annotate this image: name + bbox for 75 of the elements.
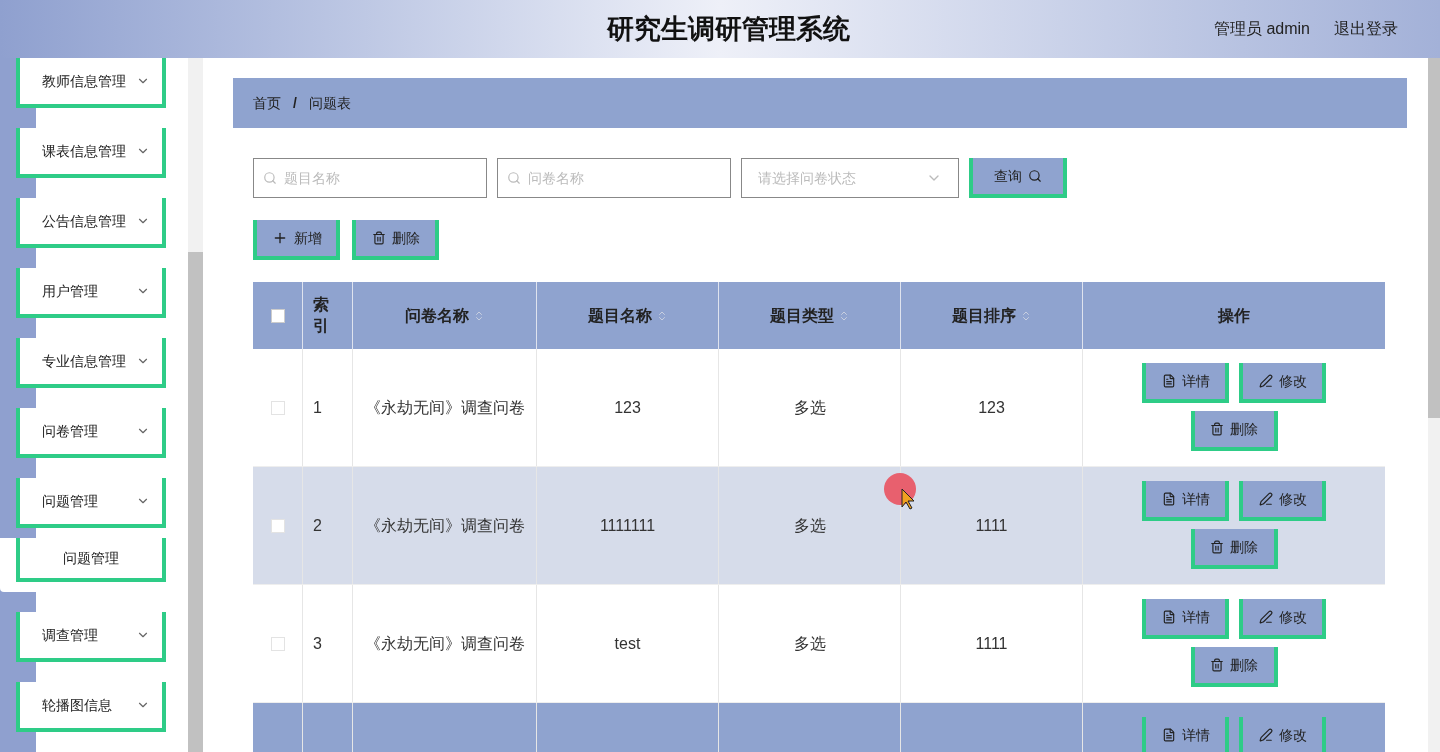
document-icon [1161,728,1176,742]
document-icon [1161,610,1176,624]
pen-icon [1258,610,1273,624]
pen-icon [1258,492,1273,506]
query-button[interactable]: 查询 [969,158,1067,198]
detail-button[interactable]: 详情 [1142,363,1229,403]
submenu-item[interactable]: 问题管理 [16,538,166,582]
logout-link[interactable]: 退出登录 [1334,17,1398,41]
sidebar-item[interactable]: 用户管理 [16,268,166,318]
column-header: 题目排序 [951,305,1016,326]
column-header: 题目类型 [769,305,834,326]
column-header: 操作 [1218,305,1250,326]
table-cell-text: 2 [313,515,322,536]
sidebar-item[interactable]: 专业信息管理 [16,338,166,388]
cursor-icon [884,473,918,511]
table-cell-text: 1 [313,397,322,418]
sidebar-item[interactable]: 教师信息管理 [16,58,166,108]
breadcrumb-link[interactable]: 首页 [253,93,281,113]
table-cell-text: 多选 [793,397,826,418]
detail-button[interactable]: 详情 [1142,599,1229,639]
sidebar-item[interactable]: 课表信息管理 [16,128,166,178]
search-icon [507,171,521,185]
pen-icon [1258,728,1273,742]
table-cell-text: test [614,633,641,654]
search-field[interactable]: 题目名称 [253,158,487,198]
delete-button[interactable]: 删除 [1190,529,1278,569]
table-cell-text: 123 [978,397,1005,418]
trash-icon [1210,422,1224,436]
table-cell-text: 《永劫无间》调查问卷 [364,515,525,536]
trash-icon [1210,540,1224,554]
document-icon [1161,492,1176,506]
add-button[interactable]: 新增 [253,220,340,260]
breadcrumb-separator: / [293,94,297,113]
trash-icon [1210,658,1224,672]
column-header: 题目名称 [587,305,652,326]
detail-button[interactable]: 详情 [1142,717,1229,752]
row-checkbox[interactable] [270,400,285,415]
search-icon [1028,169,1042,183]
edit-button[interactable]: 修改 [1239,481,1326,521]
table-cell-text: 多选 [793,633,826,654]
row-checkbox[interactable] [270,518,285,533]
row-checkbox[interactable] [270,636,285,651]
sidebar-item[interactable]: 轮播图信息 [16,682,166,732]
search-field[interactable]: 问卷名称 [497,158,731,198]
table-cell-text: 《永劫无间》调查问卷 [364,397,525,418]
breadcrumb-link[interactable]: 问题表 [308,93,351,113]
header-checkbox[interactable] [270,308,285,323]
edit-button[interactable]: 修改 [1239,363,1326,403]
trash-icon [371,231,386,245]
column-header: 索引 [313,294,329,336]
table-cell-text: 1111111 [599,515,656,536]
table-cell-text: 1111 [975,633,1008,654]
page-scrollbar[interactable] [1428,58,1440,752]
table-cell-text: 123 [614,397,641,418]
sidebar-item[interactable]: 问题管理 [16,478,166,528]
document-icon [1161,374,1176,388]
sidebar-item[interactable]: 公告信息管理 [16,198,166,248]
delete-button[interactable]: 删除 [352,220,439,260]
pen-icon [1258,374,1273,388]
column-header: 问卷名称 [404,305,469,326]
table-cell-text: 3 [313,633,322,654]
delete-button[interactable]: 删除 [1190,647,1278,687]
edit-button[interactable]: 修改 [1239,717,1326,752]
search-icon [263,171,277,185]
sidebar-item[interactable]: 调查管理 [16,612,166,662]
user-name: 管理员 admin [1213,19,1310,39]
table-cell-text: 《永劫无间》调查问卷 [364,633,525,654]
table-cell-text: 1111 [975,515,1008,536]
detail-button[interactable]: 详情 [1142,481,1229,521]
sidebar-item[interactable]: 问卷管理 [16,408,166,458]
system-title: 研究生调研管理系统 [605,12,850,46]
sidebar-scrollbar[interactable] [188,58,203,752]
table-cell-text: 多选 [793,515,826,536]
edit-button[interactable]: 修改 [1239,599,1326,639]
delete-button[interactable]: 删除 [1190,411,1278,451]
